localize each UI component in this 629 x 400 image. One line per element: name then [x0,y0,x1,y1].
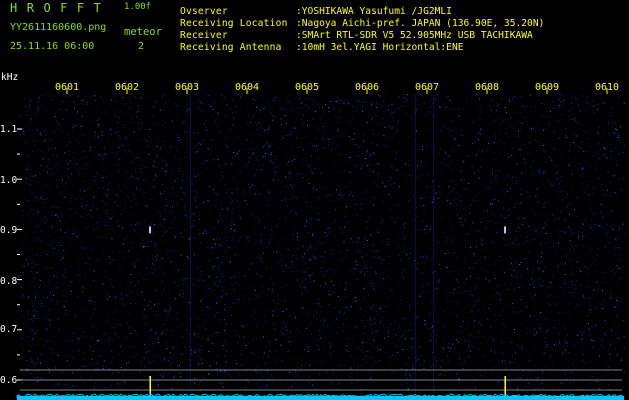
observer-key: Ovserver [180,6,228,17]
hrofft-window: HROFFT 1.00f YY2611160600.png meteor 25.… [0,0,629,400]
x-tick-label: 0607 [415,82,440,93]
x-tick-label: 0603 [175,82,200,93]
location-value: :Nagoya Aichi-pref. JAPAN (136.90E, 35.2… [296,18,545,29]
y-tick-label: 0.7 [0,324,18,335]
x-tick-label: 0608 [475,82,500,93]
y-tick-label: 0.8 [0,276,18,287]
x-tick-label: 0601 [55,82,80,93]
meteor-echo [149,226,151,234]
vertical-streak [433,94,434,396]
x-tick-label: 0604 [235,82,260,93]
y-axis-unit: kHz [1,72,19,83]
y-tick-label: 1.0 [0,175,18,186]
x-tick-label: 0610 [595,82,620,93]
app-version: 1.00f [124,2,152,12]
y-tick-label: 1.1 [0,124,18,135]
y-tick-label: 0.6 [0,375,18,386]
vertical-streak [190,94,191,396]
date-time: 25.11.16 06:00 [10,41,95,52]
y-tick-label: 0.9 [0,225,18,236]
receiver-key: Receiver [180,30,228,41]
app-name: HROFFT [10,1,111,15]
noise-floor [17,396,624,400]
meteor-echo [504,226,506,234]
spectrogram-canvas [0,0,629,400]
mode-label: meteor [124,26,162,38]
location-key: Receiving Location [180,18,288,29]
observer-value: :YOSHIKAWA Yasufumi /JG2MLI [296,6,452,17]
meteor-echo-spike [504,376,506,396]
vertical-streak [415,94,416,396]
receiver-value: :SMArt RTL-SDR V5 52.905MHz USB TACHIKAW… [296,30,533,41]
antenna-value: :10mH 3el.YAGI Horizontal:ENE [296,42,464,53]
x-tick-label: 0609 [535,82,560,93]
file-name: YY2611160600.png [10,22,107,33]
detection-count: 2 [138,41,145,52]
antenna-key: Receiving Antenna [180,42,282,53]
meteor-echo-spike [149,376,151,396]
x-tick-label: 0605 [295,82,320,93]
x-tick-label: 0606 [355,82,380,93]
x-tick-label: 0602 [115,82,140,93]
